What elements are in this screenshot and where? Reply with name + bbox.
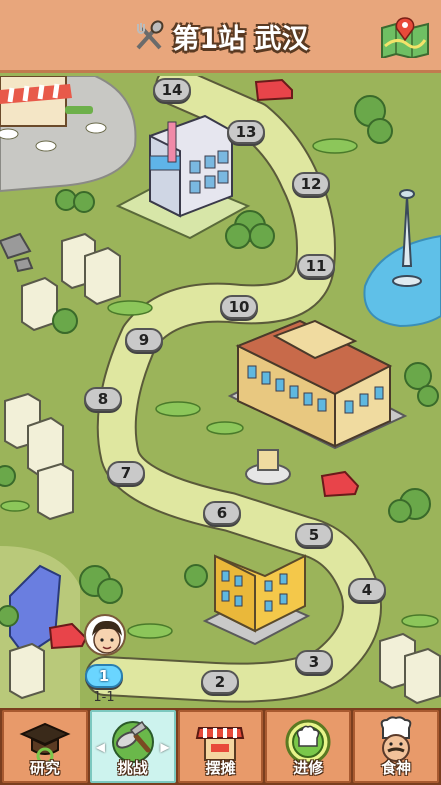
nav-label-challenge: 挑战 [117,759,148,777]
stage-node-current[interactable]: 1 [85,664,123,688]
stage-node-13[interactable]: 13 [227,120,265,144]
stage-node-2[interactable]: 2 [201,670,239,694]
title-wrap: 第1站 武汉 [0,0,441,73]
nav-label-research: 研究 [29,759,60,777]
bottom-nav: 研究 ◀ ▶ 挑战 摆摊 进修 食神 [0,708,441,785]
stage-node-8[interactable]: 8 [84,387,122,411]
nav-training[interactable]: 进修 [265,710,352,783]
page-title: 第1站 武汉 [172,24,309,55]
player-avatar[interactable] [84,614,126,656]
stage-node-6[interactable]: 6 [203,501,241,525]
chevron-right-icon: ▶ [160,740,170,754]
stage-node-12[interactable]: 12 [292,172,330,196]
stage-node-4[interactable]: 4 [348,578,386,602]
nav-research[interactable]: 研究 [2,710,88,783]
nav-label-food-god: 食神 [381,759,412,777]
stage-node-10[interactable]: 10 [220,295,258,319]
chevron-left-icon: ◀ [95,740,106,754]
map-button[interactable] [379,16,431,58]
nav-label-stall: 摆摊 [205,759,236,777]
nav-challenge[interactable]: ◀ ▶ 挑战 [89,710,176,783]
stage-node-11[interactable]: 11 [297,254,335,278]
stage-node-7[interactable]: 7 [107,461,145,485]
nav-label-training: 进修 [293,759,324,777]
map-background [0,76,441,708]
nav-food-god[interactable]: 食神 [353,710,439,783]
nav-stall[interactable]: 摆摊 [177,710,264,783]
crossed-spoon-fork-icon [136,19,164,49]
stage-node-3[interactable]: 3 [295,650,333,674]
stage-node-9[interactable]: 9 [125,328,163,352]
stage-node-14[interactable]: 14 [153,78,191,102]
top-header: 第1站 武汉 [0,0,441,73]
current-stage-sublabel: 1-1 [93,690,115,705]
level-map: 14 13 12 11 10 9 8 7 6 5 4 3 2 1 1-1 [0,76,441,708]
stage-node-5[interactable]: 5 [295,523,333,547]
